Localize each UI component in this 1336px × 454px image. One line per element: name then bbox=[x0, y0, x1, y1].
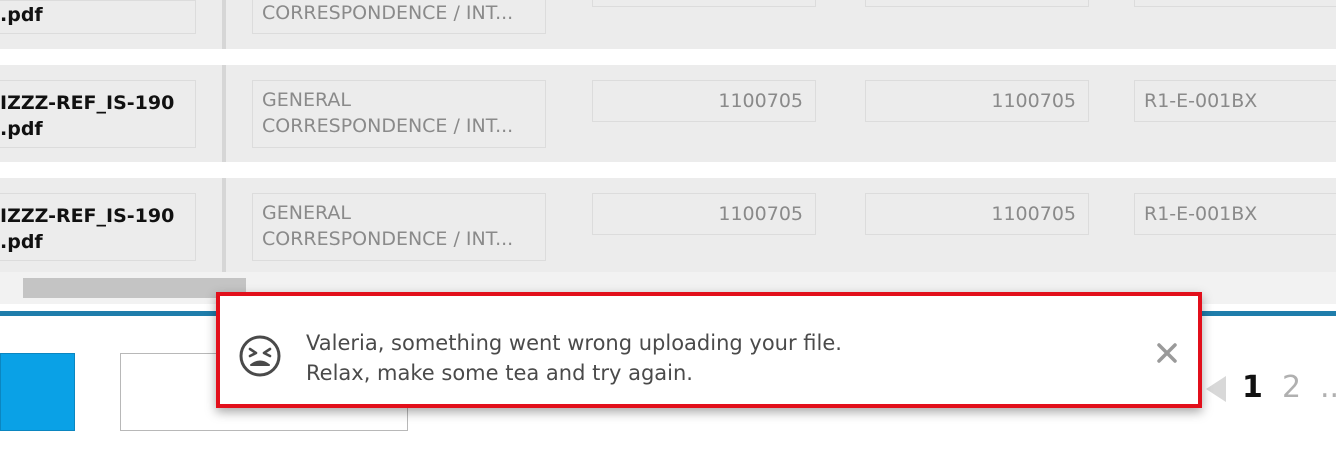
doc-type-line2: CORRESPONDENCE / INT... bbox=[262, 2, 514, 24]
reference-cell bbox=[1134, 0, 1336, 7]
filename-line2: .pdf bbox=[0, 118, 43, 140]
number-cell-1: 1100705 bbox=[592, 193, 816, 235]
filename-cell: .pdf bbox=[0, 0, 196, 34]
reference-cell: R1-E-001BX bbox=[1134, 80, 1336, 122]
document-type-cell: GENERAL CORRESPONDENCE / INT... bbox=[252, 193, 546, 261]
number-cell-2 bbox=[865, 0, 1089, 7]
horizontal-scrollbar-thumb[interactable] bbox=[23, 278, 246, 298]
filename-line1: IZZZ-REF_IS-190 bbox=[0, 205, 175, 227]
close-icon[interactable] bbox=[1156, 342, 1178, 364]
table-row[interactable]: .pdf CORRESPONDENCE / INT... bbox=[0, 0, 1336, 49]
doc-type-line1: GENERAL bbox=[262, 202, 351, 224]
document-type-cell: GENERAL CORRESPONDENCE / INT... bbox=[252, 80, 546, 148]
toast-message-line2: Relax, make some tea and try again. bbox=[306, 361, 693, 385]
column-divider bbox=[222, 178, 226, 272]
number-cell-1: 1100705 bbox=[592, 80, 816, 122]
page-2-link[interactable]: 2 bbox=[1282, 370, 1301, 405]
filename-line2: .pdf bbox=[0, 4, 43, 26]
filename-line1: IZZZ-REF_IS-190 bbox=[0, 92, 175, 114]
reference-cell: R1-E-001BX bbox=[1134, 193, 1336, 235]
filename-cell: IZZZ-REF_IS-190 .pdf bbox=[0, 80, 196, 148]
number-cell-1 bbox=[592, 0, 816, 7]
column-divider bbox=[222, 0, 226, 49]
toast-message: Valeria, something went wrong uploading … bbox=[306, 328, 842, 388]
previous-page-icon[interactable] bbox=[1206, 376, 1226, 402]
file-grid: .pdf CORRESPONDENCE / INT... IZZZ-REF_IS… bbox=[0, 0, 1336, 305]
sad-face-icon bbox=[239, 335, 281, 377]
document-type-cell: CORRESPONDENCE / INT... bbox=[252, 0, 546, 34]
table-row[interactable]: IZZZ-REF_IS-190 .pdf GENERAL CORRESPONDE… bbox=[0, 178, 1336, 272]
pagination-ellipsis: .. bbox=[1320, 370, 1336, 405]
column-divider bbox=[222, 65, 226, 162]
primary-action-button[interactable] bbox=[0, 353, 75, 431]
toast-message-line1: Valeria, something went wrong uploading … bbox=[306, 331, 842, 355]
table-row[interactable]: IZZZ-REF_IS-190 .pdf GENERAL CORRESPONDE… bbox=[0, 65, 1336, 162]
filename-line2: .pdf bbox=[0, 231, 43, 253]
doc-type-line1: GENERAL bbox=[262, 89, 351, 111]
filename-cell: IZZZ-REF_IS-190 .pdf bbox=[0, 193, 196, 261]
doc-type-line2: CORRESPONDENCE / INT... bbox=[262, 228, 514, 250]
number-cell-2: 1100705 bbox=[865, 80, 1089, 122]
number-cell-2: 1100705 bbox=[865, 193, 1089, 235]
page-1-link[interactable]: 1 bbox=[1242, 370, 1263, 405]
error-toast: Valeria, something went wrong uploading … bbox=[216, 292, 1202, 408]
doc-type-line2: CORRESPONDENCE / INT... bbox=[262, 115, 514, 137]
